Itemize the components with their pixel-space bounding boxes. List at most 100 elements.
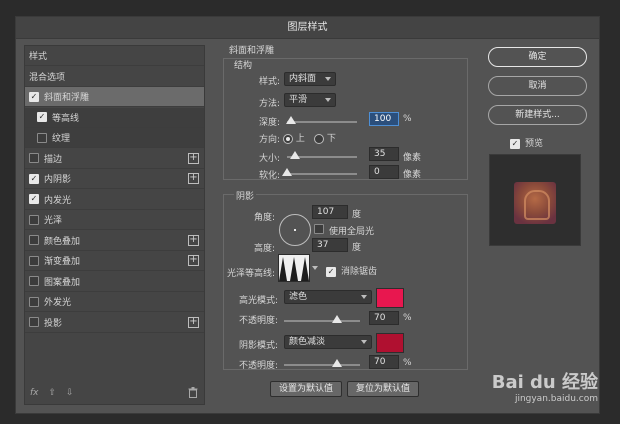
size-slider-thumb[interactable] (290, 151, 301, 159)
style-list-item[interactable]: ✓ 内发光 (25, 190, 204, 210)
soften-unit: 像素 (403, 170, 422, 180)
style-list-item[interactable]: 混合选项 (25, 67, 204, 87)
trash-icon[interactable] (188, 387, 198, 401)
technique-label: 方法: (259, 99, 281, 109)
depth-slider-thumb[interactable] (285, 116, 296, 124)
style-checkbox[interactable] (29, 296, 39, 307)
highlight-opacity-input[interactable]: 70 (369, 311, 399, 325)
style-list-label: 内阴影 (44, 175, 72, 185)
direction-down-radio[interactable] (314, 133, 324, 144)
style-checkbox[interactable]: ✓ (29, 91, 39, 102)
style-list-label: 混合选项 (29, 72, 66, 83)
reset-default-button[interactable]: 复位为默认值 (347, 381, 419, 397)
style-list-label: 等高线 (52, 113, 80, 124)
style-list-item[interactable]: 纹理 (25, 128, 204, 148)
gloss-contour-dropdown-icon[interactable] (312, 266, 318, 270)
gloss-contour-picker[interactable] (278, 254, 310, 282)
cancel-button[interactable]: 取消 (488, 76, 587, 96)
style-checkbox[interactable] (29, 214, 39, 225)
global-light-checkbox[interactable] (314, 224, 324, 234)
style-checkbox[interactable]: ✓ (37, 112, 47, 122)
shadow-opacity-thumb[interactable] (332, 359, 343, 367)
add-effect-icon[interactable]: + (188, 255, 199, 266)
highlight-opacity-unit: % (403, 313, 412, 323)
move-up-icon[interactable]: ⇧ (49, 388, 57, 398)
style-list-item[interactable]: 图案叠加 (25, 272, 204, 292)
highlight-opacity-slider[interactable] (284, 315, 360, 323)
angle-input[interactable]: 107 (312, 205, 348, 219)
shadow-mode-select[interactable]: 颜色减淡 (284, 335, 372, 349)
style-checkbox[interactable] (29, 317, 39, 327)
preview-option[interactable]: ✓ 预览 (510, 136, 543, 149)
style-list-footer: fx ⇧ ⇩ (25, 382, 204, 404)
style-select-value: 内斜面 (289, 74, 317, 84)
depth-input[interactable]: 100 (369, 112, 399, 126)
add-effect-icon[interactable]: + (188, 234, 199, 246)
altitude-input[interactable]: 37 (312, 238, 348, 252)
style-list-item[interactable]: ✓ 斜面和浮雕 (25, 87, 204, 107)
style-checkbox[interactable]: ✓ (29, 173, 39, 184)
style-list-item[interactable]: 外发光 (25, 292, 204, 312)
shadow-opacity-label: 不透明度: (239, 361, 279, 371)
gloss-contour-icon (279, 257, 309, 281)
style-checkbox[interactable] (29, 255, 39, 266)
soften-slider-thumb[interactable] (282, 168, 292, 176)
style-list-item[interactable]: 投影 + (25, 313, 204, 333)
direction-down-option[interactable]: 下 (314, 131, 336, 144)
angle-dial[interactable] (279, 214, 311, 246)
antialias-checkbox[interactable]: ✓ (326, 267, 336, 277)
soften-slider[interactable] (282, 168, 357, 176)
preview-checkbox[interactable]: ✓ (510, 139, 520, 149)
add-effect-icon[interactable]: + (188, 316, 199, 328)
direction-up-radio[interactable] (283, 133, 293, 144)
bevel-emboss-title: 斜面和浮雕 (229, 46, 275, 56)
style-list-label: 投影 (44, 318, 63, 329)
move-down-icon[interactable]: ⇩ (66, 388, 74, 398)
highlight-mode-value: 滤色 (289, 292, 308, 302)
highlight-mode-select[interactable]: 滤色 (284, 290, 372, 304)
style-select[interactable]: 内斜面 (284, 72, 336, 86)
highlight-opacity-thumb[interactable] (332, 315, 343, 323)
watermark-brand: Bai du 经验 (491, 372, 598, 393)
new-style-button[interactable]: 新建样式... (488, 105, 587, 125)
add-effect-icon[interactable]: + (188, 152, 199, 164)
soften-label: 软化: (259, 171, 281, 181)
depth-slider[interactable] (285, 116, 357, 124)
style-checkbox[interactable] (29, 235, 39, 245)
shadow-mode-label: 阴影模式: (239, 341, 279, 351)
shadow-color-swatch[interactable] (376, 333, 404, 353)
ok-button[interactable]: 确定 (488, 47, 587, 67)
size-slider[interactable] (287, 151, 357, 159)
style-list-item[interactable]: 光泽 (25, 210, 204, 230)
shading-title: 阴影 (234, 189, 257, 202)
direction-label: 方向: (259, 135, 281, 145)
technique-select[interactable]: 平滑 (284, 93, 336, 107)
shadow-opacity-slider[interactable] (284, 359, 360, 367)
shadow-opacity-input[interactable]: 70 (369, 355, 399, 369)
make-default-button[interactable]: 设置为默认值 (270, 381, 342, 397)
style-list-item[interactable]: ✓ 等高线 (25, 107, 204, 128)
style-checkbox[interactable] (29, 276, 39, 286)
style-list-item[interactable]: 样式 (25, 46, 204, 66)
direction-down-label: 下 (326, 134, 336, 144)
style-list-item[interactable]: ✓ 内阴影 + (25, 169, 204, 189)
global-light-option[interactable]: 使用全局光 (314, 224, 374, 237)
preview-label: 预览 (525, 139, 544, 149)
style-list-item[interactable]: 描边 + (25, 149, 204, 169)
highlight-color-swatch[interactable] (376, 288, 404, 308)
add-effect-icon[interactable]: + (188, 173, 199, 184)
antialias-option[interactable]: ✓ 消除锯齿 (326, 264, 377, 277)
shadow-opacity-unit: % (403, 358, 412, 368)
style-list-item[interactable]: 颜色叠加 + (25, 231, 204, 251)
direction-up-option[interactable]: 上 (283, 131, 305, 144)
style-list-item[interactable]: 渐变叠加 + (25, 251, 204, 271)
size-input[interactable]: 35 (369, 147, 399, 161)
style-checkbox[interactable]: ✓ (29, 194, 39, 204)
soften-input[interactable]: 0 (369, 165, 399, 179)
style-checkbox[interactable] (37, 132, 47, 143)
style-checkbox[interactable] (29, 153, 39, 163)
angle-dial-dot (294, 229, 296, 231)
fx-button[interactable]: fx (30, 388, 39, 398)
style-list-label: 描边 (44, 154, 63, 165)
depth-unit: % (403, 114, 412, 124)
